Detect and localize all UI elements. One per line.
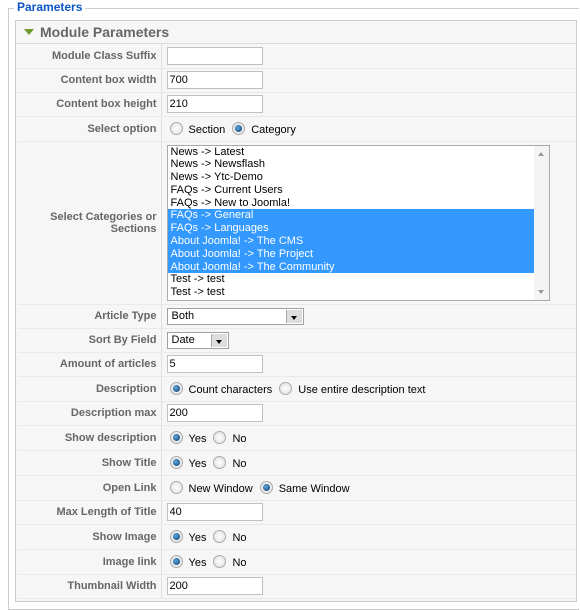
select-option-radio-label[interactable]: Category	[251, 124, 296, 136]
row-thumbnail-width: Thumbnail Width	[18, 574, 576, 599]
row-show-description: Show description Yes No	[18, 425, 576, 451]
select-option-radio-0[interactable]	[169, 121, 183, 135]
sort-by-field-label: Sort By Field	[18, 328, 162, 353]
content-box-height-input[interactable]	[166, 95, 263, 113]
row-select-option: Select option Section Category	[18, 116, 576, 142]
panel-title: Module Parameters	[40, 24, 170, 40]
open-link-radio-1[interactable]	[259, 480, 273, 494]
expand-triangle-icon	[24, 29, 34, 35]
show-title-radio-label[interactable]: No	[232, 458, 246, 470]
parameters-table: Module Class SuffixContent box widthCont…	[18, 44, 576, 599]
description-radio-1[interactable]	[279, 381, 293, 395]
row-max-length-title: Max Length of Title	[18, 500, 576, 525]
description-radio-label[interactable]: Count characters	[189, 384, 273, 396]
list-option[interactable]: Test -> test	[168, 286, 547, 299]
row-amount-of-articles: Amount of articles	[18, 352, 576, 377]
show-description-radio-label[interactable]: Yes	[189, 433, 207, 445]
amount-of-articles-label: Amount of articles	[18, 352, 162, 377]
row-show-title: Show Title Yes No	[18, 450, 576, 476]
content-box-width-label: Content box width	[18, 68, 162, 93]
show-image-radio-label[interactable]: Yes	[189, 532, 207, 544]
image-link-radio-0[interactable]	[169, 554, 183, 568]
list-option[interactable]: News -> Latest	[168, 146, 547, 159]
content-box-width-input[interactable]	[166, 71, 263, 89]
show-image-radio-label[interactable]: No	[232, 532, 246, 544]
select-option-radio-1[interactable]	[232, 121, 246, 135]
content-box-height-label: Content box height	[18, 92, 162, 117]
row-select-categories: Select Categories or Sections News -> Lat…	[18, 141, 576, 305]
select-option-radio-label[interactable]: Section	[189, 124, 226, 136]
list-option[interactable]: About Joomla! -> The CMS	[167, 235, 547, 248]
show-description-radio-0[interactable]	[169, 430, 183, 444]
show-image-radio-0[interactable]	[169, 529, 183, 543]
max-length-title-input[interactable]	[166, 503, 263, 521]
list-option[interactable]: About Joomla! -> The Community	[167, 260, 547, 274]
image-link-radio-label[interactable]: Yes	[189, 557, 207, 569]
select-option-label: Select option	[18, 116, 162, 142]
list-option[interactable]: FAQs -> New to Joomla!	[168, 197, 547, 210]
dropdown-arrow-icon	[210, 333, 227, 347]
show-title-radio-1[interactable]	[213, 455, 227, 469]
list-option[interactable]: FAQs -> General	[167, 209, 547, 223]
row-content-box-height: Content box height	[18, 92, 576, 117]
show-description-label: Show description	[18, 425, 162, 451]
row-open-link: Open Link New Window Same Window	[18, 475, 576, 501]
module-class-suffix-input[interactable]	[166, 46, 263, 65]
description-radio-0[interactable]	[169, 381, 183, 395]
show-image-radio-1[interactable]	[213, 529, 227, 543]
max-length-title-label: Max Length of Title	[18, 500, 162, 525]
row-description: Description Count characters Use entire de…	[18, 376, 576, 402]
list-option[interactable]: News -> Ytc-Demo	[168, 171, 547, 184]
article-type-select[interactable]: Both	[166, 307, 304, 325]
show-title-label: Show Title	[18, 450, 162, 476]
listbox-scrollbar[interactable]	[533, 145, 549, 300]
amount-of-articles-input[interactable]	[166, 355, 263, 373]
show-description-radio-1[interactable]	[213, 430, 227, 444]
categories-listbox[interactable]: News -> Latest News -> Newsflash News -> Y…	[166, 144, 550, 301]
dropdown-arrow-icon	[285, 309, 302, 323]
scroll-down-icon[interactable]	[537, 289, 544, 294]
open-link-radio-label[interactable]: New Window	[189, 483, 253, 495]
description-radio-label[interactable]: Use entire description text	[298, 384, 425, 396]
row-sort-by-field: Sort By Field Date	[18, 328, 576, 353]
list-option[interactable]: About Joomla! -> The Project	[167, 247, 547, 261]
row-article-type: Article Type Both	[18, 304, 576, 329]
thumbnail-width-label: Thumbnail Width	[18, 574, 162, 599]
list-option[interactable]: FAQs -> Languages	[167, 222, 547, 236]
module-parameters-panel: Module Parameters Module Class Suffix Con…	[15, 20, 577, 602]
row-content-box-width: Content box width	[18, 68, 576, 93]
list-option[interactable]: Test -> test	[168, 273, 547, 286]
article-type-label: Article Type	[18, 304, 162, 329]
image-link-radio-label[interactable]: No	[232, 557, 246, 569]
select-categories-label: Select Categories or Sections	[18, 141, 162, 305]
description-label: Description	[18, 376, 162, 402]
show-title-radio-0[interactable]	[169, 455, 183, 469]
description-max-input[interactable]	[166, 404, 263, 422]
scroll-up-icon[interactable]	[537, 151, 544, 156]
panel-header[interactable]: Module Parameters	[16, 21, 576, 44]
description-max-label: Description max	[18, 401, 162, 426]
row-image-link: Image link Yes No	[18, 549, 576, 575]
show-image-label: Show Image	[18, 524, 162, 550]
fieldset-legend: Parameters	[14, 0, 86, 14]
list-option[interactable]: News -> Newsflash	[168, 158, 547, 171]
open-link-label: Open Link	[18, 475, 162, 501]
row-show-image: Show Image Yes No	[18, 524, 576, 550]
show-description-radio-label[interactable]: No	[232, 433, 246, 445]
open-link-radio-0[interactable]	[169, 480, 183, 494]
show-title-radio-label[interactable]: Yes	[189, 458, 207, 470]
row-module-class-suffix: Module Class Suffix	[18, 44, 576, 69]
row-description-max: Description max	[18, 401, 576, 426]
image-link-radio-1[interactable]	[213, 554, 227, 568]
open-link-radio-label[interactable]: Same Window	[279, 483, 350, 495]
list-option[interactable]: FAQs -> Current Users	[168, 184, 547, 197]
module-class-suffix-label: Module Class Suffix	[18, 44, 162, 69]
image-link-label: Image link	[18, 549, 162, 575]
sort-by-field-select[interactable]: Date	[166, 331, 229, 349]
